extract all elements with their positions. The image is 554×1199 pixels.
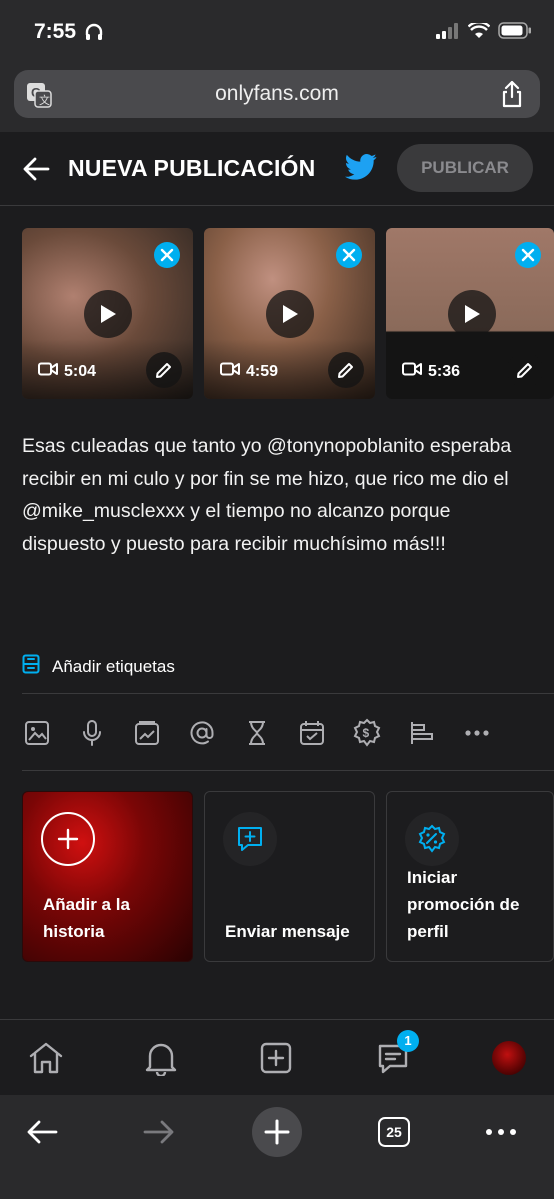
avatar xyxy=(492,1041,526,1075)
browser-back-icon[interactable] xyxy=(17,1107,67,1157)
mention-icon[interactable] xyxy=(187,718,217,748)
page-header: NUEVA PUBLICACIÓN PUBLICAR xyxy=(0,132,554,206)
send-message-label: Enviar mensaje xyxy=(225,922,350,941)
hourglass-icon[interactable] xyxy=(242,718,272,748)
post-toolbar: $ xyxy=(22,713,492,753)
remove-media-icon[interactable] xyxy=(154,242,180,268)
play-icon[interactable] xyxy=(448,290,496,338)
duration-text: 5:04 xyxy=(64,362,97,380)
vault-icon[interactable] xyxy=(132,718,162,748)
image-icon[interactable] xyxy=(22,718,52,748)
tag-icon xyxy=(22,654,40,679)
microphone-icon[interactable] xyxy=(77,718,107,748)
video-duration: 5:04 xyxy=(38,362,96,381)
more-icon[interactable] xyxy=(462,718,492,748)
media-thumbnail[interactable]: 4:59 xyxy=(204,228,375,399)
wifi-icon xyxy=(467,20,491,44)
add-tags-button[interactable]: Añadir etiquetas xyxy=(22,654,175,679)
action-cards: Añadir a la historia Enviar mensaje Inic… xyxy=(22,791,554,962)
tabs-count: 25 xyxy=(378,1117,410,1147)
media-thumbnail[interactable]: 5:04 xyxy=(22,228,193,399)
calendar-icon[interactable] xyxy=(297,718,327,748)
divider xyxy=(22,770,554,771)
home-icon[interactable] xyxy=(26,1038,66,1078)
post-caption-input[interactable]: Esas culeadas que tanto yo @tonynopoblan… xyxy=(22,430,522,560)
tabs-button[interactable]: 25 xyxy=(369,1107,419,1157)
add-tags-label: Añadir etiquetas xyxy=(52,656,175,676)
browser-menu-icon[interactable] xyxy=(476,1107,526,1157)
add-to-story-card[interactable]: Añadir a la historia xyxy=(22,791,193,962)
edit-media-icon[interactable] xyxy=(507,352,543,388)
publish-button[interactable]: PUBLICAR xyxy=(397,144,533,192)
url-text: onlyfans.com xyxy=(215,82,339,105)
video-camera-icon xyxy=(38,362,58,381)
media-attachments: 5:04 4:59 5:36 xyxy=(22,228,554,399)
page-title: NUEVA PUBLICACIÓN xyxy=(68,155,316,181)
messages-icon[interactable]: 1 xyxy=(373,1030,419,1078)
play-icon[interactable] xyxy=(266,290,314,338)
signal-icon xyxy=(436,22,460,44)
remove-media-icon[interactable] xyxy=(515,242,541,268)
new-tab-icon[interactable] xyxy=(252,1107,302,1157)
status-bar: 7:55 xyxy=(0,0,554,62)
price-icon[interactable]: $ xyxy=(352,718,382,748)
video-camera-icon xyxy=(402,362,422,381)
profile-avatar[interactable] xyxy=(489,1038,529,1078)
twitter-icon[interactable] xyxy=(345,153,377,186)
video-camera-icon xyxy=(220,362,240,381)
video-duration: 4:59 xyxy=(220,362,278,381)
url-bar[interactable]: G文 onlyfans.com xyxy=(14,70,540,118)
browser-toolbar: 25 xyxy=(0,1095,554,1199)
svg-text:$: $ xyxy=(363,726,370,740)
play-icon[interactable] xyxy=(84,290,132,338)
share-icon[interactable] xyxy=(500,80,524,113)
duration-text: 5:36 xyxy=(428,362,461,380)
send-message-card[interactable]: Enviar mensaje xyxy=(204,791,375,962)
bottom-navigation: 1 xyxy=(0,1019,554,1095)
add-to-story-label: Añadir a la historia xyxy=(43,895,130,941)
battery-icon xyxy=(498,22,532,44)
video-duration: 5:36 xyxy=(402,362,460,381)
edit-media-icon[interactable] xyxy=(146,352,182,388)
divider xyxy=(22,693,554,694)
discount-icon xyxy=(405,812,459,866)
profile-promotion-card[interactable]: Iniciar promoción de perfil xyxy=(386,791,554,962)
plus-icon xyxy=(41,812,95,866)
notifications-bell-icon[interactable] xyxy=(141,1038,181,1078)
poll-icon[interactable] xyxy=(407,718,437,748)
edit-media-icon[interactable] xyxy=(328,352,364,388)
remove-media-icon[interactable] xyxy=(336,242,362,268)
browser-forward-icon[interactable] xyxy=(134,1107,184,1157)
messages-badge: 1 xyxy=(397,1030,419,1052)
status-time: 7:55 xyxy=(34,20,77,43)
new-post-icon[interactable] xyxy=(256,1038,296,1078)
message-add-icon xyxy=(223,812,277,866)
duration-text: 4:59 xyxy=(246,362,279,380)
back-arrow-icon[interactable] xyxy=(22,156,50,187)
headphones-icon xyxy=(84,22,104,47)
media-thumbnail[interactable]: 5:36 xyxy=(386,228,554,399)
profile-promotion-label: Iniciar promoción de perfil xyxy=(407,868,520,941)
browser-url-area: G文 onlyfans.com xyxy=(0,62,554,132)
